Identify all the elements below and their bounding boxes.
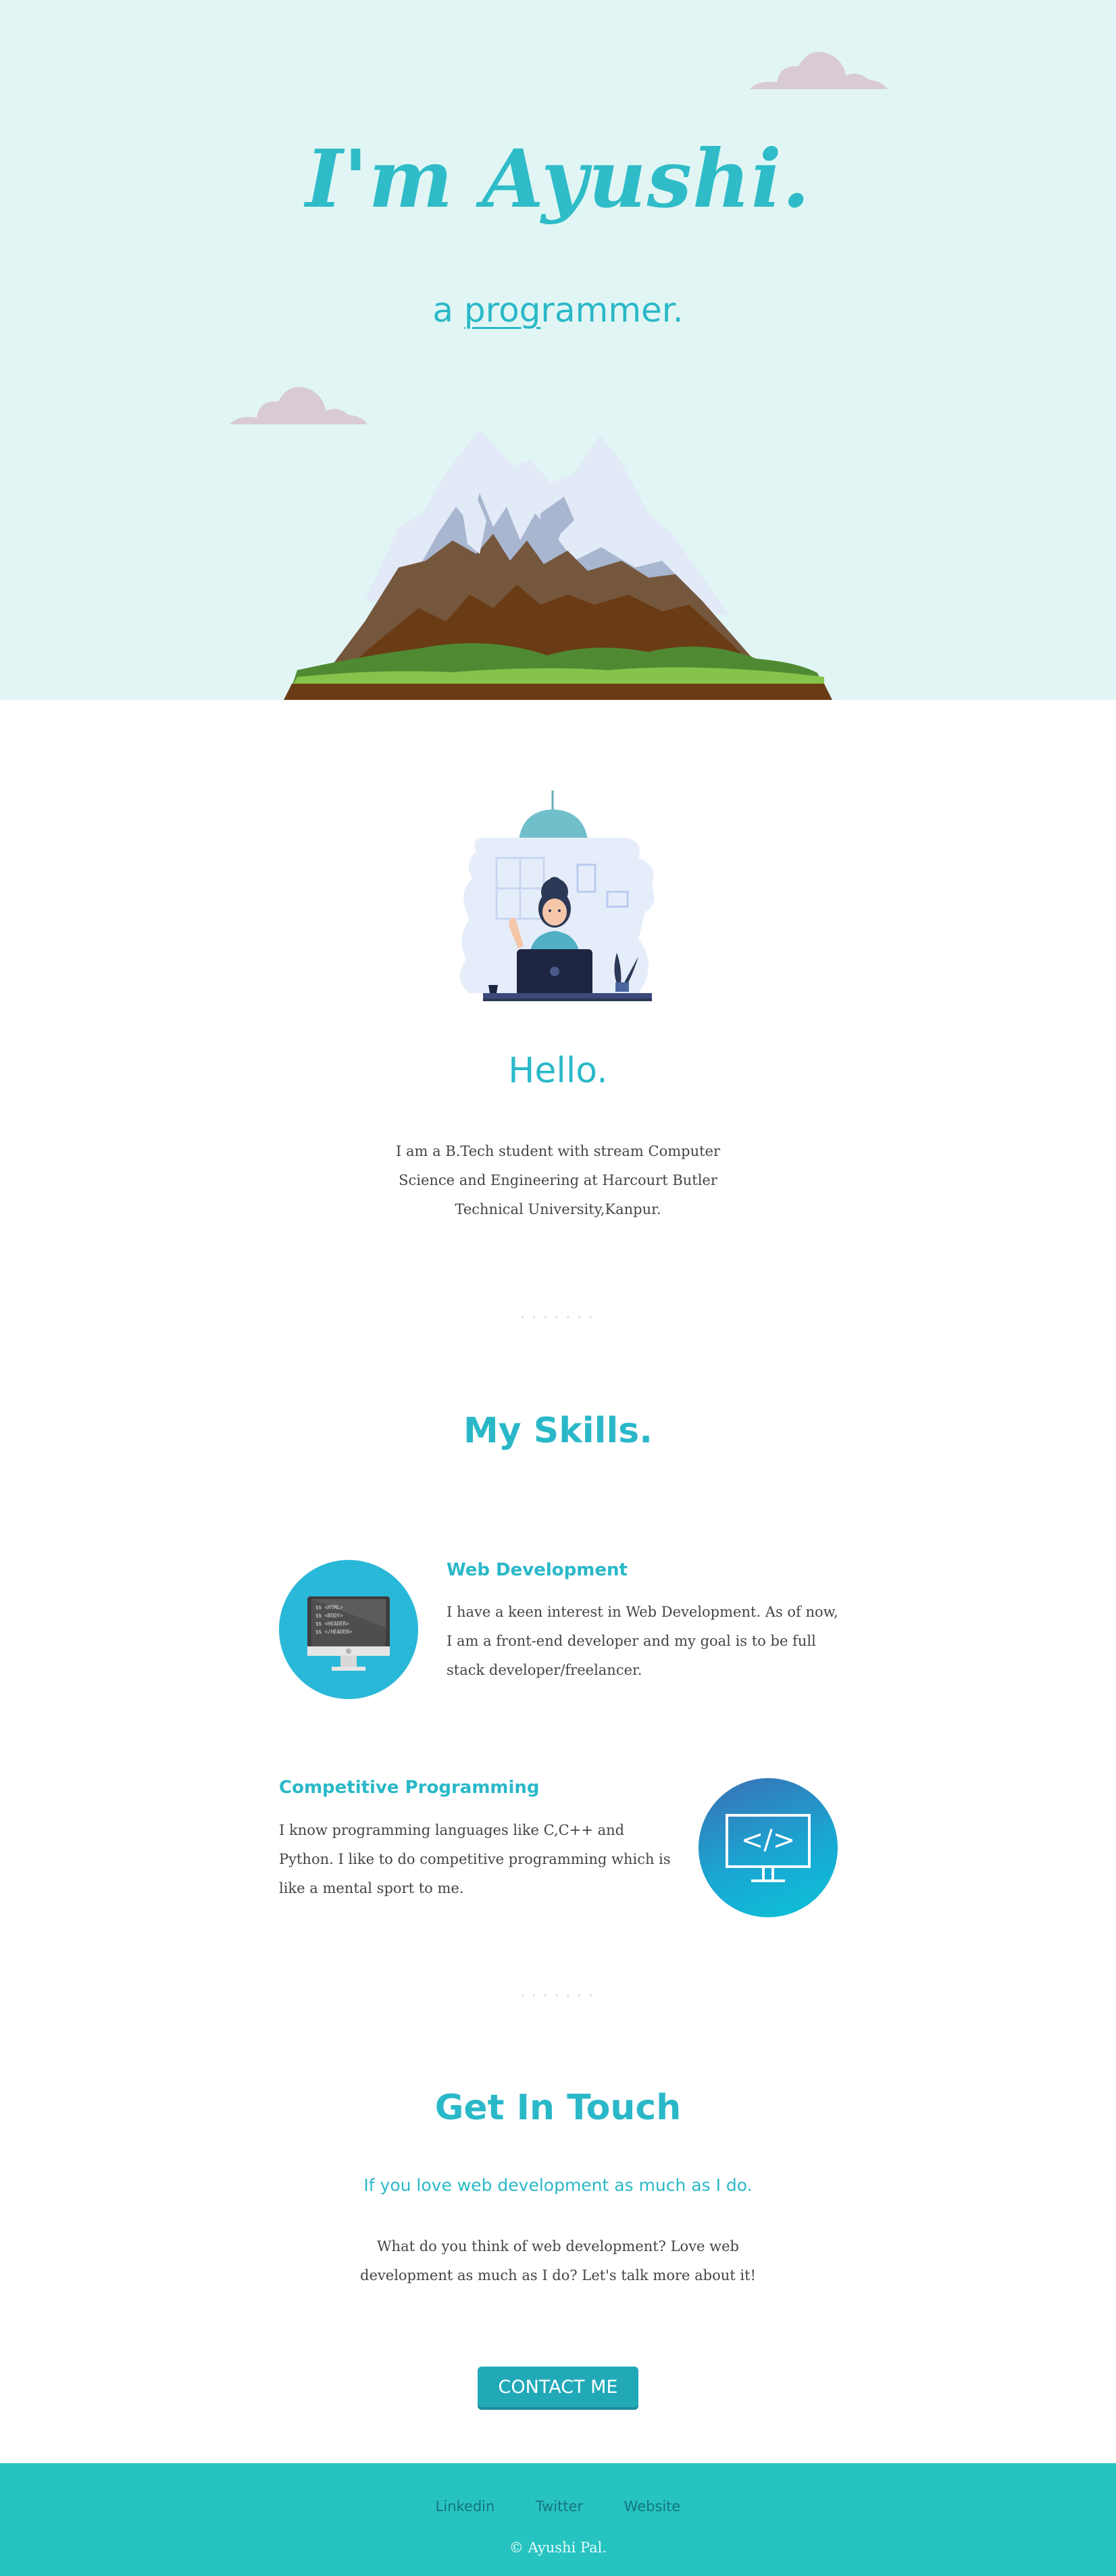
monitor-line: $$ <HTML> xyxy=(315,1605,343,1611)
footer-links: Linkedin Twitter Website xyxy=(0,2498,1116,2515)
footer-link-linkedin[interactable]: Linkedin xyxy=(436,2498,495,2515)
hero-subtitle: a programmer. xyxy=(0,291,1116,330)
skill-text-web-development: I have a keen interest in Web Developmen… xyxy=(447,1604,838,1678)
hero-subtitle-prefix: a xyxy=(432,291,464,330)
cloud-icon xyxy=(230,386,367,424)
web-development-icon: $$ <HTML> $$ <BODY> $$ <HEADER> $$ </HEA… xyxy=(279,1560,418,1699)
contact-title: Get In Touch xyxy=(434,2088,682,2128)
code-monitor-icon: </> xyxy=(726,1814,811,1882)
developer-illustration xyxy=(460,790,655,1001)
code-icon-text: </> xyxy=(741,1825,796,1856)
monitor-line: $$ </HEADER> xyxy=(315,1629,353,1635)
hero-section: I'm Ayushi. a programmer. xyxy=(0,0,1116,700)
monitor-line: $$ <HEADER> xyxy=(315,1621,349,1627)
contact-me-button[interactable]: CONTACT ME xyxy=(478,2367,638,2407)
about-title: Hello. xyxy=(508,1051,608,1091)
monitor-line: $$ <BODY> xyxy=(315,1613,343,1619)
mountain-illustration xyxy=(284,432,832,700)
section-divider: • • • • • • • xyxy=(521,1311,595,1322)
hero-subtitle-suffix: rammer. xyxy=(540,291,684,330)
skill-title-web-development: Web Development xyxy=(447,1560,628,1580)
contact-description: What do you think of web development? Lo… xyxy=(360,2238,756,2283)
about-description: I am a B.Tech student with stream Comput… xyxy=(395,1143,721,1217)
hero-title: I'm Ayushi. xyxy=(305,132,811,226)
footer-link-twitter[interactable]: Twitter xyxy=(536,2498,583,2515)
footer-copyright: © Ayushi Pal. xyxy=(509,2540,607,2556)
skill-text-competitive-programming: I know programming languages like C,C++ … xyxy=(279,1822,671,1896)
footer: Linkedin Twitter Website © Ayushi Pal. xyxy=(0,2463,1116,2576)
cloud-icon xyxy=(750,51,888,89)
competitive-programming-icon: </> xyxy=(699,1778,838,1917)
section-divider: • • • • • • • xyxy=(521,1990,595,2000)
skill-title-competitive-programming: Competitive Programming xyxy=(279,1777,540,1798)
monitor-icon: $$ <HTML> $$ <BODY> $$ <HEADER> $$ </HEA… xyxy=(307,1596,390,1671)
footer-link-website[interactable]: Website xyxy=(624,2498,681,2515)
contact-subtitle: If you love web development as much as I… xyxy=(363,2175,753,2195)
skills-title: My Skills. xyxy=(463,1411,653,1451)
hero-subtitle-underlined: prog xyxy=(463,291,541,330)
